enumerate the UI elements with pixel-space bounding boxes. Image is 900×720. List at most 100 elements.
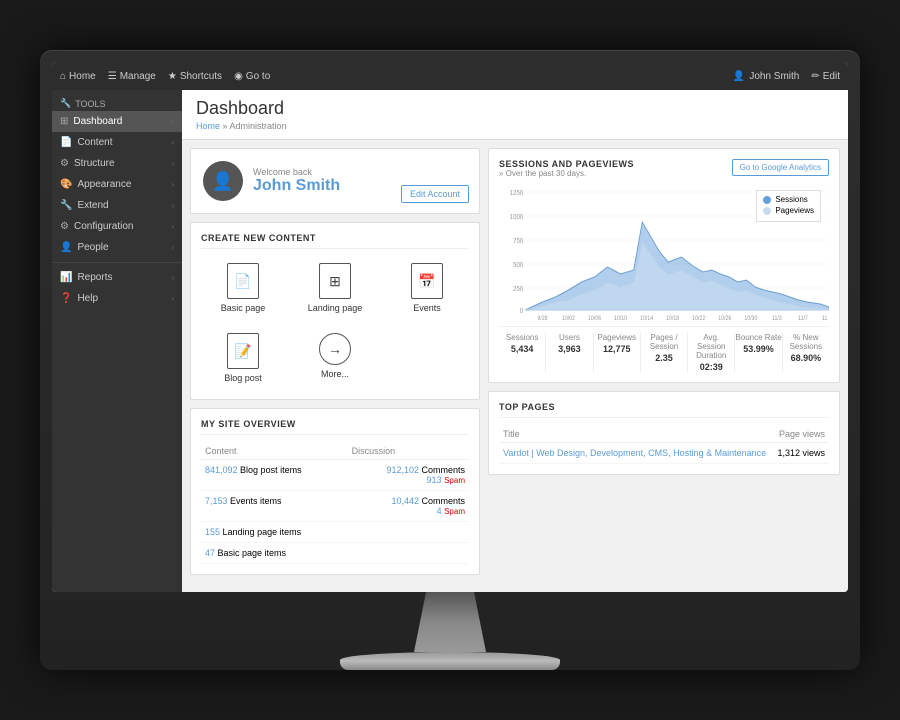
col-discussion-header: Discussion	[348, 443, 469, 460]
svg-text:1000: 1000	[510, 214, 524, 221]
chevron-right-icon: ›	[171, 117, 174, 126]
basic-count-link[interactable]: 47	[205, 548, 215, 558]
sidebar-item-configuration[interactable]: ⚙ Configuration ›	[52, 216, 182, 237]
chart-container: 1250 1000 750 500 250 0	[499, 182, 829, 322]
table-row: 155 Landing page items	[201, 522, 469, 543]
main-layout: 🔧 Tools ⊞ Dashboard › 📄 Content	[52, 90, 848, 592]
sidebar-item-people[interactable]: 👤 People ›	[52, 237, 182, 258]
sidebar-tools-section: 🔧 Tools	[52, 94, 182, 111]
stat-users: Users 3,963	[546, 333, 593, 372]
basic-page-icon: 📄	[227, 263, 259, 299]
nav-user: 👤 John Smith	[733, 71, 799, 82]
breadcrumb-admin: Administration	[230, 121, 287, 131]
welcome-card: 👤 Welcome back John Smith Edit Account	[190, 148, 480, 214]
breadcrumb-home[interactable]: Home	[196, 121, 220, 131]
content-icon: 📄	[60, 137, 72, 148]
svg-text:11/3: 11/3	[772, 316, 782, 322]
help-icon: ❓	[60, 293, 72, 304]
chevron-right-icon: ›	[171, 222, 174, 231]
svg-text:10/10: 10/10	[614, 316, 627, 322]
circle-icon: ◉	[234, 71, 243, 82]
sidebar-item-content[interactable]: 📄 Content ›	[52, 132, 182, 153]
extend-icon: 🔧	[60, 200, 72, 211]
events-count-link[interactable]: 7,153	[205, 496, 228, 506]
screen-bezel: ⌂ Home ☰ Manage ★ Shortcuts ◉ Go to 👤	[52, 62, 848, 592]
left-column: 👤 Welcome back John Smith Edit Account C…	[190, 148, 480, 584]
site-overview-card: MY SITE OVERVIEW Content Discussion	[190, 408, 480, 575]
monitor-shell: ⌂ Home ☰ Manage ★ Shortcuts ◉ Go to 👤	[40, 50, 860, 670]
sidebar-item-reports[interactable]: 📊 Reports ›	[52, 267, 182, 288]
col-title-header: Title	[499, 426, 773, 443]
sidebar-item-structure[interactable]: ⚙ Structure ›	[52, 153, 182, 174]
svg-text:10/18: 10/18	[666, 316, 679, 322]
create-content-card: CREATE NEW CONTENT 📄 Basic page ⊞ Landin…	[190, 222, 480, 400]
nav-shortcuts-label: Shortcuts	[180, 71, 222, 82]
reports-icon: 📊	[60, 272, 72, 283]
sidebar-item-extend[interactable]: 🔧 Extend ›	[52, 195, 182, 216]
edit-account-button[interactable]: Edit Account	[401, 185, 469, 203]
svg-text:10/06: 10/06	[588, 316, 601, 322]
analytics-title-group: SESSIONS AND PAGEVIEWS » Over the past 3…	[499, 159, 634, 178]
table-row: Vardot | Web Design, Development, CMS, H…	[499, 443, 829, 464]
stat-sessions: Sessions 5,434	[499, 333, 546, 372]
create-basic-page[interactable]: 📄 Basic page	[201, 257, 285, 319]
nav-edit-label: Edit	[823, 71, 840, 82]
edit-icon: ✏	[811, 71, 819, 82]
chart-legend: Sessions Pageviews	[756, 190, 821, 222]
create-blog-post[interactable]: 📝 Blog post	[201, 327, 285, 389]
stats-row: Sessions 5,434 Users 3,963 Pageviews	[499, 326, 829, 372]
svg-text:750: 750	[513, 238, 523, 245]
site-overview-title: MY SITE OVERVIEW	[201, 419, 469, 435]
nav-edit[interactable]: ✏ Edit	[811, 71, 840, 82]
top-page-link[interactable]: Vardot | Web Design, Development, CMS, H…	[503, 448, 766, 458]
nav-shortcuts[interactable]: ★ Shortcuts	[168, 71, 222, 82]
create-content-title: CREATE NEW CONTENT	[201, 233, 469, 249]
stat-pageviews: Pageviews 12,775	[594, 333, 641, 372]
svg-text:9/28: 9/28	[537, 316, 547, 322]
sidebar-item-help[interactable]: ❓ Help ›	[52, 288, 182, 309]
svg-text:11: 11	[822, 316, 827, 322]
blog-icon: 📝	[227, 333, 259, 369]
stat-new-sessions: % New Sessions 68.90%	[783, 333, 829, 372]
landing-count-link[interactable]: 155	[205, 527, 220, 537]
monitor-stand	[40, 592, 860, 670]
sidebar-item-appearance[interactable]: 🎨 Appearance ›	[52, 174, 182, 195]
blog-count-link[interactable]: 841,092	[205, 465, 238, 475]
right-column: SESSIONS AND PAGEVIEWS » Over the past 3…	[488, 148, 840, 584]
welcome-back-label: Welcome back	[253, 167, 467, 177]
star-icon: ★	[168, 71, 177, 82]
nav-user-label: John Smith	[749, 71, 799, 82]
table-row: 47 Basic page items	[201, 543, 469, 564]
table-row: 841,092 Blog post items 912,102 Comments…	[201, 460, 469, 491]
sessions-dot	[763, 196, 771, 204]
nav-home[interactable]: ⌂ Home	[60, 71, 96, 82]
nav-manage[interactable]: ☰ Manage	[108, 71, 156, 82]
stand-neck	[390, 592, 510, 652]
analytics-card: SESSIONS AND PAGEVIEWS » Over the past 3…	[488, 148, 840, 383]
stat-bounce-rate: Bounce Rate 53.99%	[735, 333, 782, 372]
nav-goto[interactable]: ◉ Go to	[234, 71, 270, 82]
dashboard-icon: ⊞	[60, 116, 68, 127]
chevron-right-icon: ›	[171, 180, 174, 189]
menu-icon: ☰	[108, 71, 117, 82]
chevron-right-icon: ›	[171, 294, 174, 303]
pageviews-dot	[763, 207, 771, 215]
nav-home-label: Home	[69, 71, 96, 82]
events-icon: 📅	[411, 263, 443, 299]
content-area: Dashboard Home » Administration	[182, 90, 848, 592]
chevron-right-icon: ›	[171, 273, 174, 282]
svg-text:10/02: 10/02	[562, 316, 575, 322]
content-header: Dashboard Home » Administration	[182, 90, 848, 140]
analytics-subtitle: » Over the past 30 days.	[499, 169, 634, 178]
go-analytics-button[interactable]: Go to Google Analytics	[732, 159, 829, 176]
appearance-icon: 🎨	[60, 179, 72, 190]
structure-icon: ⚙	[60, 158, 69, 169]
top-pages-table: Title Page views Vardot | Web Design, De…	[499, 426, 829, 464]
create-more[interactable]: → More...	[293, 327, 377, 389]
svg-text:0: 0	[520, 308, 524, 315]
create-events[interactable]: 📅 Events	[385, 257, 469, 319]
user-icon: 👤	[733, 71, 745, 82]
create-landing-page[interactable]: ⊞ Landing page	[293, 257, 377, 319]
stand-base	[340, 652, 560, 670]
sidebar-item-dashboard[interactable]: ⊞ Dashboard ›	[52, 111, 182, 132]
